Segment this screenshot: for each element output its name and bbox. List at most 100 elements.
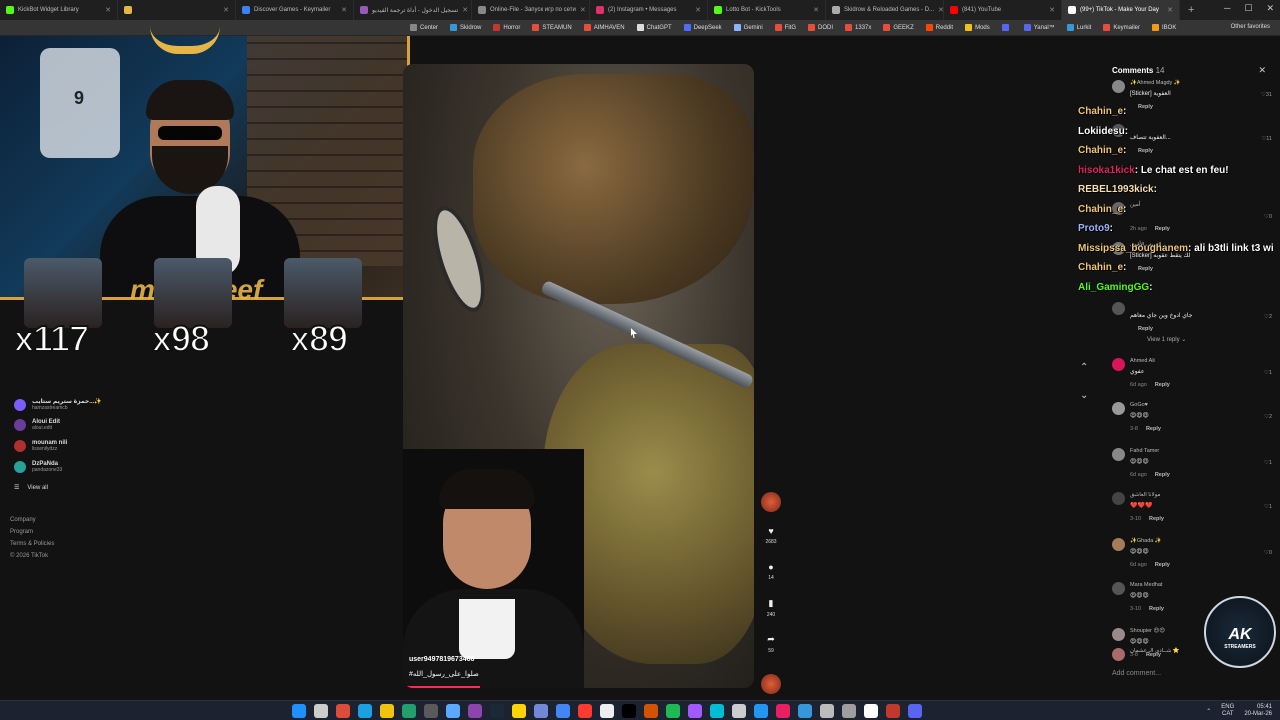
tab-close-icon[interactable]: ✕: [105, 6, 111, 14]
comment-like-button[interactable]: ♡0: [1264, 214, 1272, 220]
commenter-name[interactable]: شــادي الـ عشمان ⭐: [1130, 648, 1180, 654]
bookmark-item[interactable]: DODI: [808, 24, 833, 31]
sound-disc-icon[interactable]: [761, 674, 781, 694]
taskbar-app-icon[interactable]: [468, 704, 482, 718]
commenter-name[interactable]: Shoupier 😍😍: [1130, 628, 1165, 634]
tab-close-icon[interactable]: ✕: [341, 6, 347, 14]
taskbar-app-icon[interactable]: [512, 704, 526, 718]
video-progress-bar[interactable]: [403, 686, 481, 688]
creator-avatar[interactable]: [761, 492, 781, 512]
commenter-name[interactable]: GoGo♥: [1130, 402, 1148, 408]
reply-button[interactable]: Reply: [1155, 472, 1170, 478]
close-window-button[interactable]: ✕: [1266, 3, 1274, 14]
reply-button[interactable]: Reply: [1155, 562, 1170, 568]
bookmark-item[interactable]: IBOK: [1152, 24, 1176, 31]
bookmark-item[interactable]: Keymailer: [1103, 24, 1140, 31]
commenter-avatar[interactable]: [1112, 628, 1125, 641]
bookmark-item[interactable]: Skidrow: [450, 24, 481, 31]
taskbar-app-icon[interactable]: [864, 704, 878, 718]
comment-like-button[interactable]: ♡11: [1261, 136, 1272, 142]
comment-like-button[interactable]: ♡1: [1264, 460, 1272, 466]
footer-link[interactable]: Program: [10, 526, 54, 538]
following-item[interactable]: DzPaNda pandazone33: [14, 461, 62, 473]
following-item[interactable]: حمزة ستريم ستايب...✨ hamzastreamcb: [14, 398, 102, 411]
bookmark-item[interactable]: AIMHAVEN: [583, 24, 625, 31]
bookmark-item[interactable]: Lurkit: [1066, 24, 1091, 31]
commenter-avatar[interactable]: [1112, 538, 1125, 551]
reply-button[interactable]: Reply: [1138, 266, 1153, 272]
bookmark-item[interactable]: [1001, 24, 1012, 31]
taskbar-app-icon[interactable]: [358, 704, 372, 718]
commenter-avatar[interactable]: [1112, 358, 1125, 371]
bookmark-item[interactable]: STEAMUN: [532, 24, 572, 31]
bookmark-item[interactable]: ChatGPT: [636, 24, 672, 31]
commenter-avatar[interactable]: [1112, 402, 1125, 415]
taskbar-app-icon[interactable]: [666, 704, 680, 718]
taskbar-app-icon[interactable]: [534, 704, 548, 718]
tab-close-icon[interactable]: ✕: [1167, 6, 1173, 14]
taskbar-app-icon[interactable]: [644, 704, 658, 718]
other-favorites-folder[interactable]: Other favorites: [1231, 24, 1270, 30]
reply-button[interactable]: Reply: [1138, 326, 1153, 332]
taskbar-app-icon[interactable]: [600, 704, 614, 718]
taskbar-app-icon[interactable]: [776, 704, 790, 718]
tab-close-icon[interactable]: ✕: [462, 6, 468, 14]
taskbar-app-icon[interactable]: [754, 704, 768, 718]
browser-tab[interactable]: (2) Instagram • Messages ✕: [590, 0, 708, 20]
tab-close-icon[interactable]: ✕: [1049, 6, 1055, 14]
commenter-avatar[interactable]: [1112, 492, 1125, 505]
commenter-avatar[interactable]: [1112, 302, 1125, 315]
taskbar-app-icon[interactable]: [490, 704, 504, 718]
reply-button[interactable]: Reply: [1138, 104, 1153, 110]
browser-tab[interactable]: Online-File - Запуск игр по сети ✕: [472, 0, 590, 20]
taskbar-app-icon[interactable]: [842, 704, 856, 718]
taskbar-app-icon[interactable]: [336, 704, 350, 718]
tab-close-icon[interactable]: ✕: [223, 6, 229, 14]
video-player[interactable]: user9497819673466 #صلوا_على_رسول_الله: [403, 64, 754, 688]
maximize-button[interactable]: ☐: [1244, 3, 1252, 14]
taskbar-app-icon[interactable]: [688, 704, 702, 718]
comment-action[interactable]: ● 14: [758, 562, 784, 598]
bookmark-item[interactable]: Yanal™: [1023, 24, 1055, 31]
commenter-name[interactable]: ✨Ghada ✨: [1130, 538, 1162, 544]
commenter-avatar[interactable]: [1112, 80, 1125, 93]
reply-button[interactable]: Reply: [1149, 516, 1164, 522]
like-action[interactable]: ♥ 2683: [758, 526, 784, 562]
add-comment-field[interactable]: Add comment...: [1112, 670, 1161, 677]
commenter-avatar[interactable]: [1112, 582, 1125, 595]
comment-like-button[interactable]: ♡1: [1264, 504, 1272, 510]
bookmark-item[interactable]: Reddit: [925, 24, 953, 31]
taskbar-app-icon[interactable]: [908, 704, 922, 718]
bookmark-item[interactable]: 1337x: [845, 24, 871, 31]
comment-like-button[interactable]: ♡0: [1264, 550, 1272, 556]
taskbar-app-icon[interactable]: [732, 704, 746, 718]
bookmark-item[interactable]: Center: [410, 24, 438, 31]
following-item[interactable]: Aloui Edit aloui.edit: [14, 419, 60, 431]
next-video-button[interactable]: ⌄: [1080, 382, 1088, 410]
video-caption[interactable]: #صلوا_على_رسول_الله: [409, 670, 479, 678]
browser-tab[interactable]: KickBot Widget Library ✕: [0, 0, 118, 20]
browser-tab[interactable]: Discover Games - Keymailer ✕: [236, 0, 354, 20]
reply-button[interactable]: Reply: [1146, 426, 1161, 432]
commenter-avatar[interactable]: [1112, 648, 1125, 661]
commenter-name[interactable]: أمين: [1130, 202, 1140, 208]
taskbar-app-icon[interactable]: [292, 704, 306, 718]
input-language[interactable]: ENG CAT: [1221, 704, 1234, 718]
taskbar-app-icon[interactable]: [820, 704, 834, 718]
previous-video-button[interactable]: ⌃: [1080, 354, 1088, 382]
taskbar-app-icon[interactable]: [424, 704, 438, 718]
browser-tab[interactable]: Lotto Bot - KickTools ✕: [708, 0, 826, 20]
taskbar-app-icon[interactable]: [446, 704, 460, 718]
taskbar-app-icon[interactable]: [556, 704, 570, 718]
bookmark-item[interactable]: Gemini: [733, 24, 763, 31]
commenter-name[interactable]: ✨Ahmed Magdy ✨: [1130, 80, 1181, 86]
browser-tab[interactable]: ✕: [118, 0, 236, 20]
taskbar-app-icon[interactable]: [402, 704, 416, 718]
taskbar-app-icon[interactable]: [798, 704, 812, 718]
comment-like-button[interactable]: ♡1: [1264, 370, 1272, 376]
taskbar-app-icon[interactable]: [886, 704, 900, 718]
commenter-name[interactable]: Ahmed Ali: [1130, 358, 1155, 364]
browser-tab[interactable]: (99+) TikTok - Make Your Day ✕: [1062, 0, 1180, 20]
reply-button[interactable]: Reply: [1138, 148, 1153, 154]
browser-tab[interactable]: تسجيل الدخول - أداة ترجمة الفيديو ✕: [354, 0, 472, 20]
